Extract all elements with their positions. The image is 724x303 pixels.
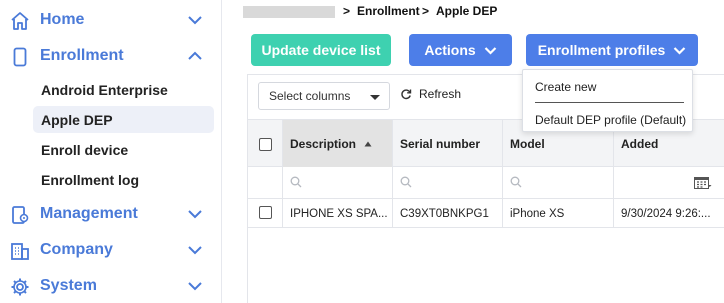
header-select-all-cell: [248, 120, 283, 167]
enrollment-profiles-menu: Create new Default DEP profile (Default): [522, 69, 693, 132]
chevron-down-icon: [188, 246, 202, 255]
chevron-down-icon: [188, 16, 202, 25]
nav-system[interactable]: System: [0, 269, 222, 303]
filter-added-input[interactable]: [614, 167, 724, 199]
gear-icon: [11, 278, 29, 296]
management-icon: [12, 206, 29, 224]
cell-serial-number: C39XT0BNKPG1: [393, 199, 503, 228]
sidebar-item-enrollment-log[interactable]: Enrollment log: [33, 166, 214, 193]
sidebar-item-android-enterprise[interactable]: Android Enterprise: [33, 76, 214, 103]
caret-down-icon: [370, 95, 380, 100]
column-serial-number[interactable]: Serial number: [393, 120, 503, 167]
breadcrumb-apple-dep: Apple DEP: [436, 4, 498, 18]
refresh-button[interactable]: Refresh: [400, 87, 461, 101]
nav-system-label: System: [40, 277, 97, 294]
column-model-label: Model: [510, 136, 545, 151]
breadcrumb-redacted: [243, 6, 335, 18]
calendar-icon[interactable]: [694, 176, 712, 190]
nav-management-label: Management: [40, 205, 138, 222]
nav-management[interactable]: Management: [0, 197, 222, 231]
sidebar: Home Enrollment Android Enterprise Apple…: [0, 0, 222, 303]
search-icon: [290, 176, 302, 188]
breadcrumb-separator: >: [343, 4, 351, 18]
cell-description: IPHONE XS SPA...: [283, 199, 393, 228]
refresh-icon: [401, 89, 412, 100]
search-icon: [400, 176, 412, 188]
nav-home-label: Home: [40, 11, 85, 28]
company-icon: [11, 243, 29, 260]
nav-company-label: Company: [40, 241, 113, 258]
filter-description-input[interactable]: [283, 167, 393, 199]
actions-label: Actions: [424, 42, 476, 58]
row-checkbox[interactable]: [259, 206, 272, 219]
sidebar-item-apple-dep[interactable]: Apple DEP: [33, 106, 214, 133]
filter-row: [248, 167, 724, 199]
sidebar-item-enroll-device[interactable]: Enroll device: [33, 136, 214, 163]
select-columns-dropdown[interactable]: Select columns: [258, 82, 390, 110]
table-row[interactable]: IPHONE XS SPA... C39XT0BNKPG1 iPhone XS …: [248, 199, 724, 228]
search-icon: [510, 176, 522, 188]
column-description-label: Description: [290, 136, 357, 151]
sort-asc-icon: [364, 141, 372, 146]
nav-home[interactable]: Home: [0, 3, 222, 37]
filter-model-input[interactable]: [503, 167, 614, 199]
breadcrumb-enrollment[interactable]: Enrollment: [357, 4, 420, 18]
home-icon: [11, 12, 29, 30]
column-added-label: Added: [621, 136, 659, 151]
select-all-checkbox[interactable]: [259, 138, 272, 151]
menu-item-create-new[interactable]: Create new: [535, 80, 596, 94]
nav-company[interactable]: Company: [0, 233, 222, 267]
menu-item-default-dep-profile[interactable]: Default DEP profile (Default): [535, 113, 686, 127]
refresh-label: Refresh: [419, 87, 462, 101]
update-device-list-label: Update device list: [261, 42, 381, 58]
menu-divider: [535, 102, 684, 103]
chevron-down-icon: [484, 46, 496, 55]
enrollment-profiles-label: Enrollment profiles: [537, 42, 666, 58]
select-columns-label: Select columns: [269, 89, 351, 103]
column-serial-number-label: Serial number: [400, 136, 481, 151]
column-description[interactable]: Description: [283, 120, 393, 167]
phone-icon: [13, 47, 27, 67]
filter-cell-empty: [248, 167, 283, 199]
update-device-list-button[interactable]: Update device list: [251, 34, 391, 66]
filter-serial-number-input[interactable]: [393, 167, 503, 199]
chevron-down-icon: [188, 282, 202, 291]
chevron-down-icon: [188, 210, 202, 219]
cell-model: iPhone XS: [503, 199, 614, 228]
breadcrumb-separator: >: [422, 4, 430, 18]
nav-enrollment-label: Enrollment: [40, 47, 124, 64]
cell-added: 9/30/2024 9:26:...: [621, 207, 711, 220]
nav-enrollment[interactable]: Enrollment: [0, 39, 222, 73]
actions-button[interactable]: Actions: [409, 34, 512, 66]
enrollment-profiles-button[interactable]: Enrollment profiles: [526, 34, 698, 66]
row-select-cell: [248, 199, 283, 228]
chevron-down-icon: [674, 46, 686, 55]
chevron-up-icon: [188, 51, 202, 60]
